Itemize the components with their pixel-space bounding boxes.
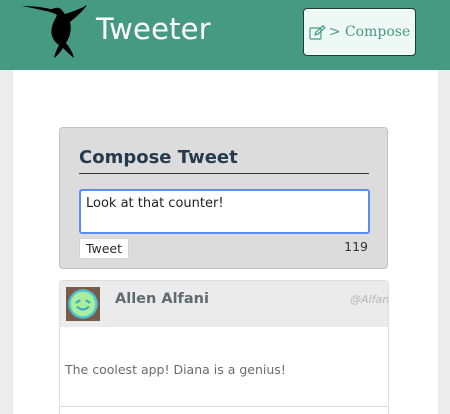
hummingbird-icon (20, 3, 90, 59)
tweet-card: Allen Alfani @Alfani The coolest app! Di… (59, 280, 389, 414)
tweet-text: The coolest app! Diana is a genius! (65, 362, 286, 377)
tweet-divider (60, 406, 388, 407)
brand-title[interactable]: Tweeter (96, 12, 211, 46)
compose-panel: Compose Tweet Tweet 119 (59, 127, 388, 269)
char-counter: 119 (344, 239, 368, 254)
app-page: Tweeter > Compose Compose Tweet Tweet 11… (0, 0, 450, 414)
tweet-header: Allen Alfani @Alfani (60, 281, 388, 327)
smiley-face-icon (68, 289, 98, 319)
tweet-author-handle: @Alfani (350, 293, 389, 306)
compose-title: Compose Tweet (79, 147, 238, 168)
compose-button[interactable]: > Compose (303, 8, 416, 56)
tweet-button[interactable]: Tweet (79, 238, 129, 259)
compose-button-label: > Compose (328, 24, 411, 40)
avatar (66, 287, 100, 321)
compose-divider (79, 173, 369, 174)
edit-icon (309, 24, 326, 40)
navbar: Tweeter > Compose (0, 0, 450, 70)
tweet-input[interactable] (79, 189, 370, 234)
tweet-author-name: Allen Alfani (115, 291, 209, 307)
